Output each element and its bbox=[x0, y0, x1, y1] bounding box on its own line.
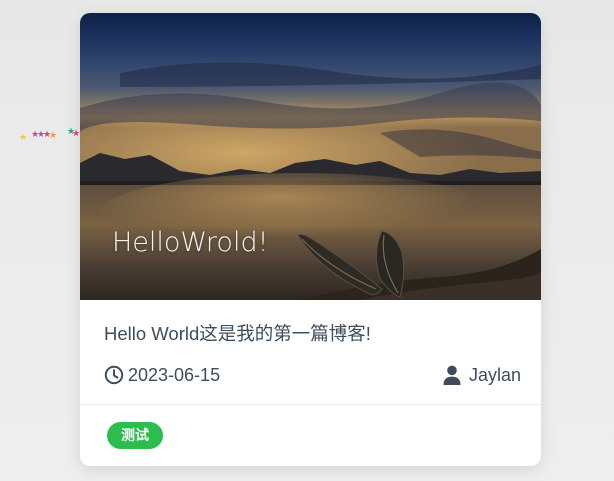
post-body: Hello World这是我的第一篇博客! 2023-06-15 Jaylan bbox=[80, 322, 541, 388]
post-date: 2023-06-15 bbox=[104, 365, 220, 386]
date-text: 2023-06-15 bbox=[128, 364, 221, 385]
star-icon: ★ bbox=[72, 128, 81, 138]
post-card[interactable]: HelloWrold! Hello World这是我的第一篇博客! 2023-0… bbox=[80, 13, 541, 466]
tag-badge[interactable]: 测试 bbox=[107, 422, 163, 449]
clock-icon bbox=[104, 365, 124, 385]
star-icon: ★ bbox=[49, 130, 58, 140]
card-divider bbox=[80, 404, 541, 405]
post-title[interactable]: Hello World这是我的第一篇博客! bbox=[104, 322, 521, 346]
post-cover[interactable]: HelloWrold! bbox=[80, 13, 541, 300]
post-author[interactable]: Jaylan bbox=[443, 365, 521, 386]
blog-page: ★ ★ ★ ★ ★ ★ ★ ★ ★ ★ ★ bbox=[0, 0, 614, 481]
author-name: Jaylan bbox=[468, 364, 521, 385]
tag-list: 测试 bbox=[107, 422, 163, 449]
cover-title: HelloWrold! bbox=[112, 227, 269, 258]
star-icon: ★ bbox=[19, 132, 28, 142]
post-meta: 2023-06-15 Jaylan bbox=[104, 362, 521, 388]
user-icon bbox=[443, 365, 461, 385]
